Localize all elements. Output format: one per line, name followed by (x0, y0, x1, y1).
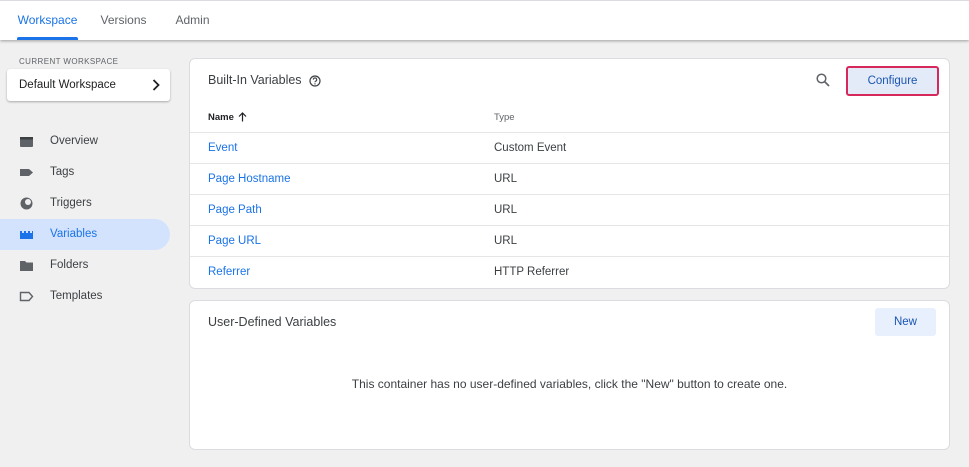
configure-button[interactable]: Configure (846, 66, 939, 96)
variable-type: URL (494, 204, 518, 216)
user-defined-variables-title: User-Defined Variables (208, 315, 337, 329)
template-icon (19, 291, 34, 302)
user-defined-variables-card: User-Defined Variables New This containe… (189, 300, 950, 450)
variable-name-link[interactable]: Page Path (208, 195, 262, 225)
trigger-icon (20, 197, 33, 210)
sidebar-item-label: Triggers (50, 197, 92, 209)
variable-name-link[interactable]: Page Hostname (208, 164, 290, 194)
sidebar-item-label: Templates (50, 290, 103, 302)
variable-type: URL (494, 173, 518, 185)
variable-name-link[interactable]: Referrer (208, 257, 250, 287)
variable-type: URL (494, 235, 518, 247)
sidebar-item-folders[interactable]: Folders (0, 250, 170, 281)
builtin-variables-title: Built-In Variables (208, 73, 302, 87)
workspace-selector[interactable]: Default Workspace (7, 69, 170, 101)
new-button[interactable]: New (875, 308, 936, 336)
sidebar-item-overview[interactable]: Overview (0, 126, 170, 157)
tab-admin[interactable]: Admin (174, 1, 211, 40)
chevron-right-icon (152, 79, 160, 91)
sidebar-item-label: Variables (50, 228, 98, 240)
tag-icon (20, 169, 33, 176)
variable-name-link[interactable]: Event (208, 133, 237, 163)
table-row: Event Custom Event (190, 132, 949, 164)
empty-state-message: This container has no user-defined varia… (351, 377, 788, 391)
variables-icon (20, 231, 33, 239)
overview-icon (20, 137, 33, 147)
sidebar-item-tags[interactable]: Tags (0, 157, 170, 188)
table-row: Page URL URL (190, 225, 949, 257)
column-header-type: Type (494, 112, 515, 123)
column-header-name[interactable]: Name (208, 112, 234, 123)
sidebar-item-label: Tags (50, 166, 75, 178)
current-workspace-label: CURRENT WORKSPACE (19, 57, 119, 66)
variable-type: Custom Event (494, 142, 567, 154)
variable-name-link[interactable]: Page URL (208, 226, 261, 256)
sidebar-item-triggers[interactable]: Triggers (0, 188, 170, 219)
sidebar-item-variables[interactable]: Variables (0, 219, 170, 250)
sidebar-item-templates[interactable]: Templates (0, 281, 170, 312)
variable-type: HTTP Referrer (494, 266, 570, 278)
workspace-name: Default Workspace (19, 79, 116, 91)
arrow-up-icon[interactable] (238, 112, 247, 122)
top-tab-bar: Workspace Versions Admin (0, 0, 969, 40)
sidebar-item-label: Folders (50, 259, 89, 271)
table-row: Referrer HTTP Referrer (190, 256, 949, 288)
table-row: Page Hostname URL (190, 163, 949, 195)
table-row: Page Path URL (190, 194, 949, 226)
tab-workspace[interactable]: Workspace (17, 1, 78, 40)
folder-icon (20, 261, 33, 271)
tab-versions[interactable]: Versions (100, 1, 147, 40)
search-icon[interactable] (816, 73, 830, 87)
sidebar-item-label: Overview (50, 135, 98, 147)
help-icon[interactable] (309, 75, 321, 87)
builtin-variables-card: Built-In Variables Configure Name Type E… (189, 58, 950, 289)
